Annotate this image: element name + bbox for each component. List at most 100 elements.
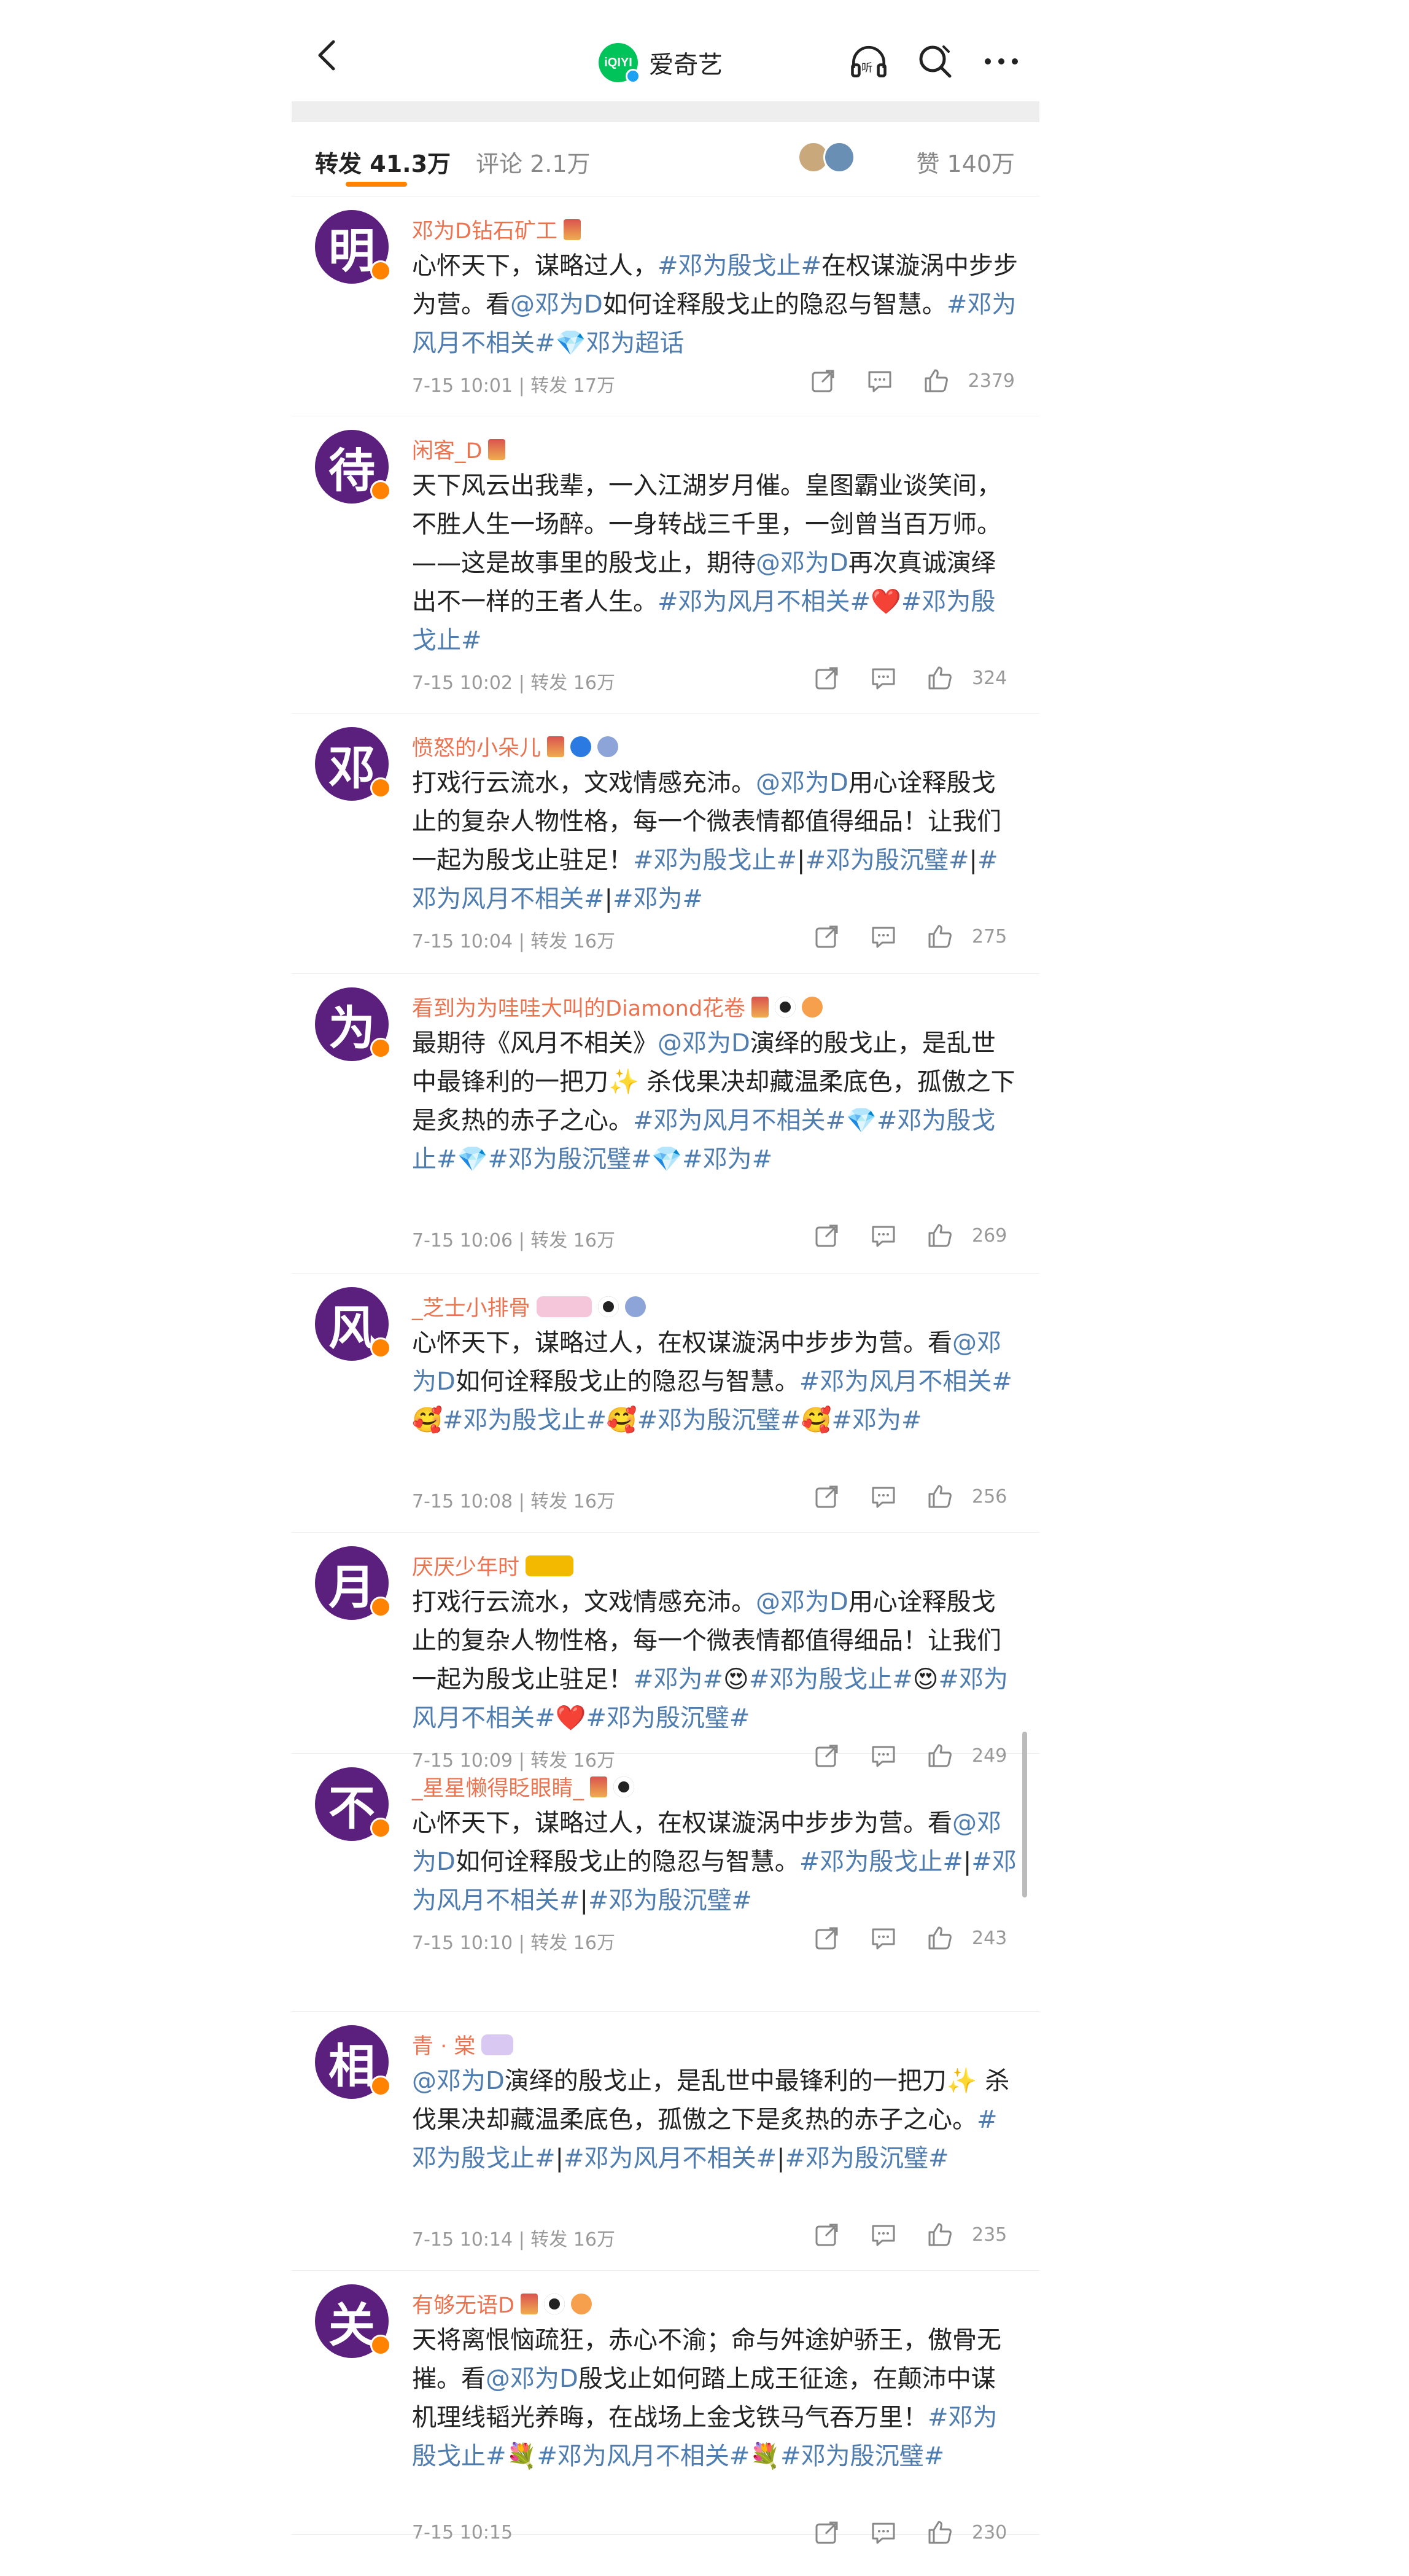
share-button[interactable] xyxy=(799,2219,855,2250)
topic-link[interactable]: @邓为D xyxy=(756,1588,848,1616)
avatar[interactable]: 月 xyxy=(315,1546,391,1620)
avatar[interactable]: 待 xyxy=(315,430,391,504)
user-badge-icon xyxy=(570,2293,592,2314)
topic-link[interactable]: #邓为殷戈止# xyxy=(799,1848,963,1876)
timestamp: 7-15 10:01 xyxy=(412,375,513,397)
avatar[interactable]: 邓 xyxy=(315,727,391,801)
tab-forward[interactable]: 转发 41.3万 xyxy=(315,145,451,179)
avatar[interactable]: 相 xyxy=(315,2025,391,2099)
topic-link[interactable]: #邓为殷沉璧# xyxy=(780,2442,944,2470)
user-badge-icon xyxy=(488,438,506,460)
user-name[interactable]: 青 · 棠 xyxy=(412,2029,475,2060)
topic-link[interactable]: #邓为殷沉璧# xyxy=(785,2144,949,2173)
topic-link[interactable]: #邓为# xyxy=(613,885,703,913)
avatar[interactable]: 不 xyxy=(315,1767,391,1841)
tab-like[interactable]: 赞 140万 xyxy=(916,145,1015,179)
comment-button[interactable] xyxy=(855,663,912,693)
avatar[interactable]: 关 xyxy=(315,2284,391,2358)
text-segment: 心怀天下，谋略过人， xyxy=(412,252,658,280)
user-name[interactable]: 愤怒的小朵儿 xyxy=(412,731,541,762)
list-item: 风 _芝士小排骨 心怀天下，谋略过人，在权谋漩涡中步步为营。看@邓为D如何诠释殷戈止… xyxy=(292,1274,1039,1533)
like-button[interactable] xyxy=(912,921,968,952)
topic-link[interactable]: #邓为殷沉璧# xyxy=(487,1145,651,1173)
topic-link[interactable]: @邓为D xyxy=(412,2067,505,2095)
like-button[interactable] xyxy=(912,2219,968,2250)
avatar[interactable]: 为 xyxy=(315,987,391,1061)
text-segment: | xyxy=(969,846,978,874)
topic-link[interactable]: #邓为风月不相关# xyxy=(633,1107,846,1135)
more-button[interactable] xyxy=(982,42,1021,81)
comment-button[interactable] xyxy=(855,2517,912,2548)
share-button[interactable] xyxy=(799,1481,855,1512)
like-button[interactable] xyxy=(912,2517,968,2548)
comment-button[interactable] xyxy=(855,1923,912,1953)
topic-link[interactable]: #邓为# xyxy=(682,1145,772,1173)
user-name[interactable]: 邓为D钻石矿工 xyxy=(412,214,557,245)
topic-link[interactable]: @邓为D xyxy=(486,2365,578,2393)
list-item: 相 青 · 棠 @邓为D演绎的殷戈止，是乱世中最锋利的一把刀✨ 杀伐果决却藏温柔底色… xyxy=(292,2012,1039,2271)
user-name[interactable]: 厌厌少年时 xyxy=(412,1550,519,1581)
topic-link[interactable]: #邓为风月不相关# xyxy=(658,588,871,616)
topic-link[interactable]: #邓为殷沉璧# xyxy=(805,846,969,874)
user-name[interactable]: 看到为为哇哇大叫的Diamond花卷 xyxy=(412,991,745,1022)
comment-button[interactable] xyxy=(855,921,912,952)
avatar-char: 关 xyxy=(328,2298,375,2352)
share-button[interactable] xyxy=(799,1220,855,1251)
like-button[interactable] xyxy=(908,365,965,396)
tab-comment-count: 2.1万 xyxy=(530,150,591,177)
scrollbar[interactable] xyxy=(1022,1732,1027,1897)
topic-link[interactable]: @邓为D xyxy=(510,290,603,319)
avatar[interactable]: 明 xyxy=(315,210,391,284)
avatar[interactable]: 风 xyxy=(315,1287,391,1361)
repost-actions: 256 xyxy=(799,1481,1015,1512)
share-button[interactable] xyxy=(799,921,855,952)
topic-link[interactable]: #邓为风月不相关# xyxy=(799,1368,1012,1396)
topic-link[interactable]: @邓为D xyxy=(756,549,848,577)
listen-button[interactable]: 听 xyxy=(849,42,888,81)
like-button[interactable] xyxy=(912,1220,968,1251)
verified-badge-icon xyxy=(370,2335,391,2356)
topic-link[interactable]: @邓为D xyxy=(658,1029,750,1057)
search-button[interactable] xyxy=(915,42,955,81)
topic-link[interactable]: #邓为# xyxy=(633,1665,723,1694)
user-name-row: 青 · 棠 xyxy=(412,2029,514,2060)
topic-link[interactable]: #邓为殷沉璧# xyxy=(588,1886,752,1915)
comment-icon xyxy=(868,371,891,392)
user-name[interactable]: _芝士小排骨 xyxy=(412,1291,530,1322)
share-button[interactable] xyxy=(799,663,855,693)
topic-link[interactable]: @邓为D xyxy=(756,769,848,797)
repost-actions: 275 xyxy=(799,921,1015,952)
timestamp: 7-15 10:10 xyxy=(412,1932,513,1954)
topic-link[interactable]: #邓为风月不相关# xyxy=(537,2442,750,2470)
tab-comment[interactable]: 评论 2.1万 xyxy=(476,145,591,179)
topic-link[interactable]: #邓为风月不相关# xyxy=(564,2144,777,2173)
user-name[interactable]: _星星懒得眨眼睛_ xyxy=(412,1771,584,1802)
share-icon xyxy=(815,2521,838,2544)
share-icon xyxy=(815,2224,838,2246)
topic-link[interactable]: #邓为殷沉璧# xyxy=(637,1406,801,1434)
share-button[interactable] xyxy=(799,1923,855,1953)
like-button[interactable] xyxy=(912,1923,968,1953)
share-button[interactable] xyxy=(799,2517,855,2548)
topic-link[interactable]: #邓为殷戈止# xyxy=(443,1406,607,1434)
like-button[interactable] xyxy=(912,1481,968,1512)
back-button[interactable] xyxy=(310,37,347,74)
headphones-icon: 听 xyxy=(851,45,887,78)
comment-icon xyxy=(872,1487,895,1508)
topic-link[interactable]: #邓为# xyxy=(832,1406,922,1434)
topic-link[interactable]: #邓为殷戈止# xyxy=(633,846,797,874)
chevron-left-icon xyxy=(318,40,335,71)
topic-link[interactable]: #邓为殷戈止# xyxy=(749,1665,913,1694)
share-button[interactable] xyxy=(795,365,852,396)
topic-link[interactable]: 💎邓为超话 xyxy=(556,329,685,357)
text-segment: 如何诠释殷戈止的隐忍与智慧。 xyxy=(455,1848,799,1876)
like-button[interactable] xyxy=(912,663,968,693)
comment-button[interactable] xyxy=(852,365,908,396)
user-name[interactable]: 闲客_D xyxy=(412,434,482,465)
user-name[interactable]: 有够无语D xyxy=(412,2288,514,2319)
comment-button[interactable] xyxy=(855,1481,912,1512)
topic-link[interactable]: #邓为殷戈止# xyxy=(658,252,821,280)
comment-button[interactable] xyxy=(855,1220,912,1251)
comment-button[interactable] xyxy=(855,2219,912,2250)
topic-link[interactable]: #邓为殷沉璧# xyxy=(586,1704,750,1732)
